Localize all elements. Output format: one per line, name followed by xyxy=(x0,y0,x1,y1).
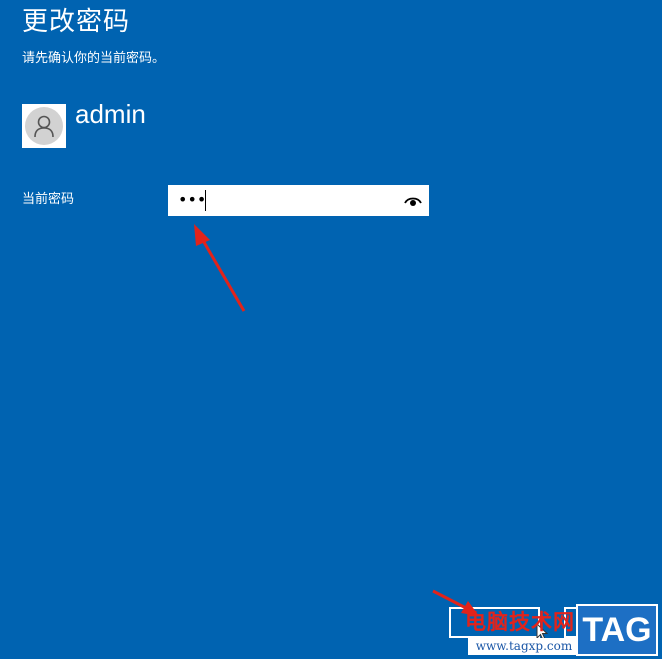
watermark-url: www.tagxp.com xyxy=(468,638,580,655)
watermark-tag-logo: TAG xyxy=(576,604,658,656)
watermark-site-name: 电脑技术网 xyxy=(465,610,575,634)
annotation-arrow-next xyxy=(432,589,479,616)
